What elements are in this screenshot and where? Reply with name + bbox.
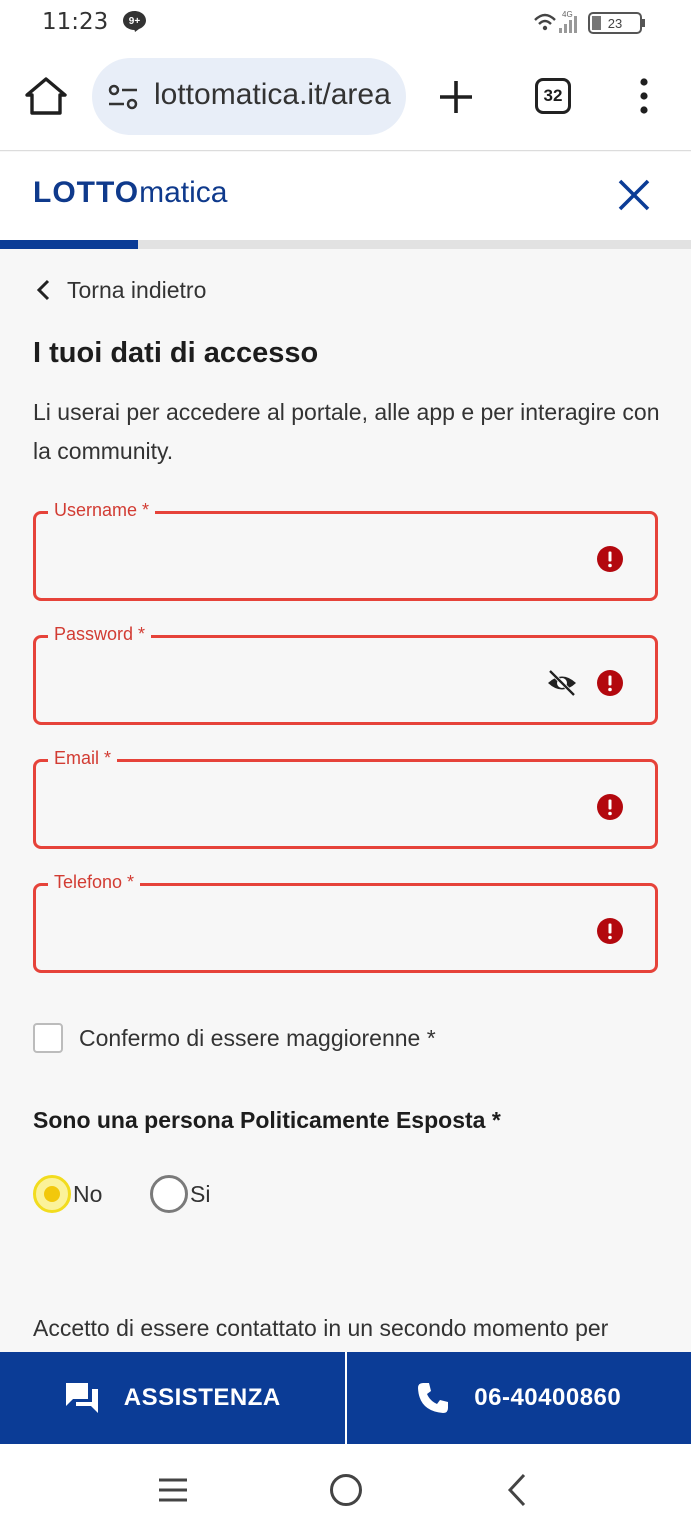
adult-confirm-row[interactable]: Confermo di essere maggiorenne * <box>33 1023 436 1053</box>
tab-switcher-button[interactable]: 32 <box>535 78 571 114</box>
page-title: I tuoi dati di accesso <box>33 337 319 369</box>
notification-count: 9+ <box>129 16 141 27</box>
status-time: 11:23 <box>42 9 109 35</box>
pep-question: Sono una persona Politicamente Esposta * <box>33 1107 501 1133</box>
error-icon <box>597 670 623 696</box>
chat-icon <box>65 1383 98 1413</box>
error-icon <box>597 794 623 820</box>
radio-si-label: Si <box>190 1180 211 1207</box>
phone-label: Telefono * <box>48 870 141 894</box>
username-input[interactable] <box>50 534 550 580</box>
site-header: LOTTOmatica <box>0 152 691 240</box>
lottomatica-logo[interactable]: LOTTOmatica <box>33 176 227 210</box>
new-tab-icon[interactable] <box>437 78 475 116</box>
password-input[interactable] <box>50 658 550 704</box>
url-text: lottomatica.it/area <box>154 78 391 111</box>
radio-no-label: No <box>73 1180 103 1207</box>
registration-progress <box>0 240 691 249</box>
eye-off-icon[interactable] <box>546 668 578 698</box>
registration-form: Torna indietro I tuoi dati di accesso Li… <box>0 249 691 1352</box>
status-icons: 4G 23 <box>534 10 645 34</box>
close-icon[interactable] <box>614 175 654 215</box>
page-description: Li userai per accedere al portale, alle … <box>33 399 660 464</box>
password-label: Password * <box>48 622 152 646</box>
adult-confirm-label: Confermo di essere maggiorenne * <box>79 1024 436 1051</box>
adult-confirm-checkbox[interactable] <box>33 1023 63 1053</box>
phone-input[interactable] <box>50 906 550 952</box>
status-bar: 11:23 9+ 4G 23 <box>0 0 691 46</box>
progress-fill <box>0 240 139 249</box>
more-options-icon[interactable] <box>637 76 651 116</box>
wifi-icon <box>534 13 556 31</box>
username-label: Username * <box>48 498 156 522</box>
phone-number: 06-40400860 <box>474 1384 622 1411</box>
url-bar[interactable]: lottomatica.it/area <box>92 58 406 135</box>
home-circle-icon[interactable] <box>329 1473 363 1507</box>
phone-field[interactable]: Telefono * <box>33 870 658 973</box>
battery-level: 23 <box>608 16 622 31</box>
browser-toolbar: lottomatica.it/area 32 <box>0 46 691 151</box>
error-icon <box>597 546 623 572</box>
call-button[interactable]: 06-40400860 <box>347 1352 691 1444</box>
site-settings-icon[interactable] <box>107 83 139 111</box>
pep-option-si[interactable]: Si <box>150 1175 210 1213</box>
assistance-label: ASSISTENZA <box>123 1384 281 1411</box>
email-label: Email * <box>48 746 118 770</box>
back-label: Torna indietro <box>67 276 207 303</box>
home-icon[interactable] <box>24 76 68 116</box>
radio-si[interactable] <box>150 1175 188 1213</box>
notification-badge-icon: 9+ <box>123 11 146 32</box>
consent-text: Accetto di essere contattato in un secon… <box>33 1315 609 1341</box>
battery-icon: 23 <box>588 12 645 34</box>
system-nav-bar <box>0 1444 691 1536</box>
email-input[interactable] <box>50 782 550 828</box>
error-icon <box>597 918 623 944</box>
email-field[interactable]: Email * <box>33 746 658 849</box>
assistance-button[interactable]: ASSISTENZA <box>0 1352 345 1444</box>
recent-apps-icon[interactable] <box>158 1477 188 1503</box>
radio-no[interactable] <box>33 1175 71 1213</box>
password-field[interactable]: Password * <box>33 622 658 725</box>
network-type: 4G <box>562 10 573 19</box>
pep-option-no[interactable]: No <box>33 1175 102 1213</box>
chevron-left-icon <box>36 279 50 301</box>
support-bar: ASSISTENZA 06-40400860 <box>0 1352 691 1444</box>
back-link[interactable]: Torna indietro <box>33 273 206 307</box>
phone-icon <box>418 1383 449 1413</box>
username-field[interactable]: Username * <box>33 498 658 601</box>
back-icon[interactable] <box>505 1472 529 1508</box>
